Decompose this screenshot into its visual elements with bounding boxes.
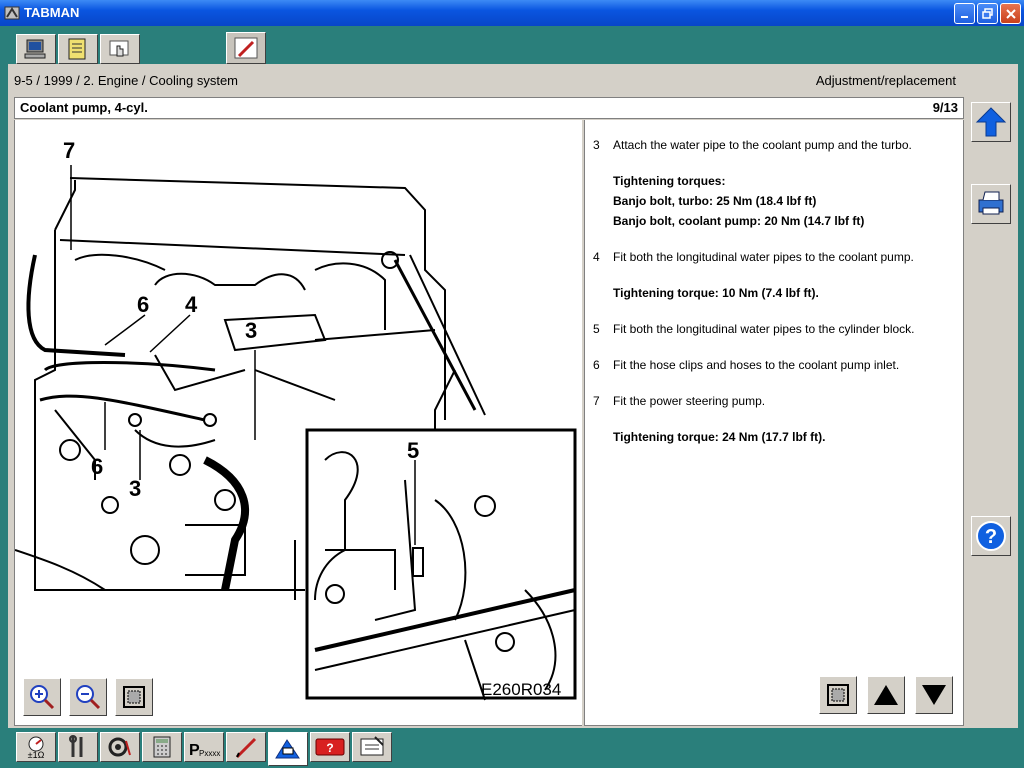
step-text: Attach the water pipe to the coolant pum… [613,138,912,152]
pencil-icon [235,737,257,759]
figure-code: E260R034 [481,680,562,699]
tab-computer[interactable] [16,34,56,64]
callout-5: 5 [407,438,420,463]
print-button[interactable] [971,184,1011,224]
svg-text:?: ? [985,526,997,548]
back-up-button[interactable] [971,102,1011,142]
zoom-in-button[interactable] [23,678,61,716]
callout-6-bottom: 6 [91,454,104,479]
tab-edit[interactable] [226,32,266,64]
draw-button[interactable] [226,732,266,762]
page-title: Coolant pump, 4-cyl. [20,100,148,115]
tools-button[interactable] [58,732,98,762]
calculator-button[interactable] [142,732,182,762]
multimeter-label: ±1Ω [28,750,45,759]
torque-banjo-turbo: Banjo bolt, turbo: 25 Nm (18.4 lbf ft) [613,194,817,208]
callout-7: 7 [63,138,76,163]
torque-step-4: Tightening torque: 10 Nm (7.4 lbf ft). [613,286,819,300]
close-icon [1005,8,1016,19]
top-toolbar [0,26,1024,64]
car-service-icon [275,739,300,759]
zoom-in-icon [30,685,55,710]
callout-6-top: 6 [137,292,150,317]
restore-icon [981,7,993,19]
checklist-icon [360,736,384,756]
torque-heading: Tightening torques: [613,174,726,188]
alert-icon: ? [315,738,345,756]
checklist-button[interactable] [352,732,392,762]
step-number: 5 [593,322,600,336]
printer-icon [978,191,1004,215]
instructions-pane: 3 Attach the water pipe to the coolant p… [584,120,964,726]
alert-button[interactable]: ? [310,732,350,762]
tire-icon [108,737,131,757]
window-title: TABMAN [24,5,80,20]
select-area-icon [827,684,849,706]
section-title: Adjustment/replacement [815,73,956,88]
svg-text:?: ? [326,741,333,755]
multimeter-icon: ±1Ω [28,736,45,759]
figure-pane: 7 6 4 3 6 3 5 E260R034 [14,120,582,726]
main-panel: 9-5 / 1999 / 2. Engine / Cooling system … [8,64,1018,728]
hand-pointer-icon [109,40,129,57]
zoom-out-icon [76,685,101,710]
step-number: 6 [593,358,600,372]
fit-view-button[interactable] [115,678,153,716]
arrow-down-icon [922,685,946,705]
close-button[interactable] [1000,3,1021,24]
step-number: 7 [593,394,600,408]
service-info-button[interactable] [268,732,308,766]
fit-view-icon [123,686,145,708]
engine-diagram [15,165,577,701]
torque-step-7: Tightening torque: 24 Nm (17.7 lbf ft). [613,430,826,444]
fault-code-icon: P Pxxxx [189,742,220,759]
computer-icon [24,39,46,59]
step-number: 3 [593,138,600,152]
step-number: 4 [593,250,600,264]
tab-document[interactable] [58,34,98,64]
breadcrumb: 9-5 / 1999 / 2. Engine / Cooling system [14,73,239,88]
tab-pointer[interactable] [100,34,140,64]
step-text: Fit both the longitudinal water pipes to… [613,322,915,336]
callout-4: 4 [185,292,198,317]
wrench-icon [69,735,83,757]
blue-up-arrow-icon [975,107,1007,137]
step-text: Fit the hose clips and hoses to the cool… [613,358,900,372]
restore-button[interactable] [977,3,998,24]
previous-page-button[interactable] [867,676,905,714]
fault-codes-button[interactable]: P Pxxxx [184,732,224,762]
calculator-icon [153,736,171,758]
callout-3-top: 3 [245,318,258,343]
arrow-up-icon [874,685,898,705]
select-area-button[interactable] [819,676,857,714]
pencil-icon [234,37,258,59]
minimize-icon [960,15,968,18]
title-bar: TABMAN [0,0,1024,26]
app-icon [4,6,20,20]
step-text: Fit the power steering pump. [613,394,766,408]
help-button[interactable]: ? [971,516,1011,556]
bottom-toolbar: ±1Ω P Pxxxx ? [0,728,1024,768]
next-page-button[interactable] [915,676,953,714]
pxxxx-label: Pxxxx [199,749,220,758]
document-header: Coolant pump, 4-cyl. 9/13 [14,97,964,119]
step-text: Fit both the longitudinal water pipes to… [613,250,914,264]
multimeter-button[interactable]: ±1Ω [16,732,56,762]
zoom-out-button[interactable] [69,678,107,716]
minimize-button[interactable] [954,3,975,24]
page-number: 9/13 [932,100,958,115]
callout-3-bottom: 3 [129,476,142,501]
torque-banjo-pump: Banjo bolt, coolant pump: 20 Nm (14.7 lb… [613,214,865,228]
document-icon [68,38,86,60]
help-icon: ? [976,521,1006,551]
diagnostics-button[interactable] [100,732,140,762]
